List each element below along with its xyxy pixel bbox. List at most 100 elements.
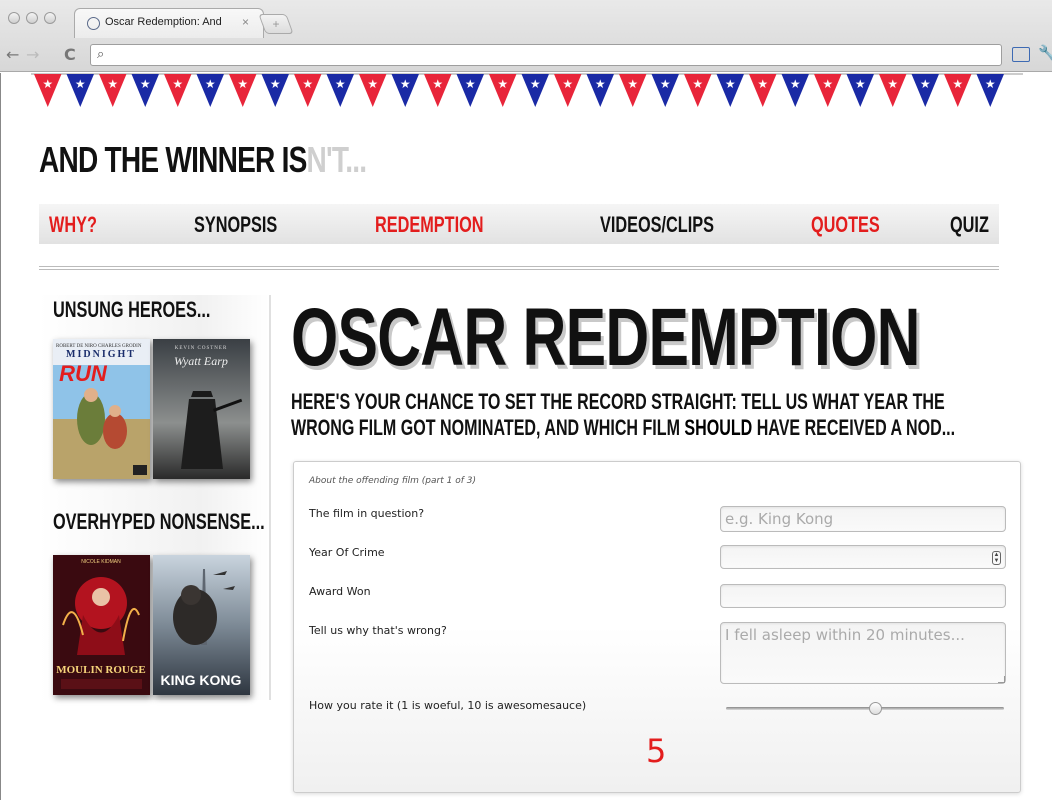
star-icon: ★ <box>887 77 898 91</box>
bunting-flag: ★ <box>521 74 549 107</box>
bunting-flag: ★ <box>359 74 387 107</box>
nav-why[interactable]: WHY? <box>49 212 97 238</box>
address-bar[interactable]: ⌕ <box>90 44 1002 66</box>
back-arrow-icon[interactable]: ← <box>6 45 19 64</box>
poster-credits: NICOLE KIDMAN <box>81 559 121 565</box>
why-label: Tell us why that's wrong? <box>309 624 447 637</box>
nav-videos-clips[interactable]: VIDEOS/CLIPS <box>600 212 714 238</box>
rating-value: 5 <box>646 732 667 770</box>
wrench-icon[interactable]: 🔧 <box>1038 44 1052 62</box>
resize-grip-icon[interactable] <box>998 676 1005 683</box>
page-menu-icon[interactable] <box>1012 47 1030 62</box>
subtitle-emphasis: SHOULD <box>684 415 753 440</box>
site-title-main: AND THE WINNER IS <box>39 139 307 180</box>
bunting-flag: ★ <box>554 74 582 107</box>
tab-title: Oscar Redemption: And the <box>105 16 225 28</box>
bunting-flag: ★ <box>846 74 874 107</box>
forward-arrow-icon[interactable]: → <box>26 45 39 64</box>
star-icon: ★ <box>920 77 931 91</box>
nav-quiz[interactable]: QUIZ <box>950 212 989 238</box>
star-icon: ★ <box>562 77 573 91</box>
stepper-icon[interactable]: ▲ ▼ <box>992 551 1001 565</box>
year-input[interactable]: ▲ ▼ <box>720 545 1006 569</box>
bunting-flag: ★ <box>391 74 419 107</box>
new-tab-button[interactable]: + <box>258 14 294 34</box>
poster-king-kong[interactable]: KING KONG <box>153 555 250 695</box>
poster-title: Wyatt Earp <box>174 354 228 368</box>
poster-title: MOULIN ROUGE <box>56 664 146 676</box>
star-icon: ★ <box>757 77 768 91</box>
browser-tab[interactable]: Oscar Redemption: And the × <box>74 8 264 38</box>
bunting-flag: ★ <box>944 74 972 107</box>
poster-moulin-rouge[interactable]: NICOLE KIDMAN MOULIN ROUGE <box>53 555 150 695</box>
reload-icon[interactable]: C <box>64 45 76 64</box>
bunting-flag: ★ <box>489 74 517 107</box>
poster-wyatt-earp[interactable]: KEVIN COSTNER Wyatt Earp <box>153 339 250 479</box>
form-caption: About the offending film (part 1 of 3) <box>309 476 476 486</box>
star-icon: ★ <box>790 77 801 91</box>
bunting-flag: ★ <box>814 74 842 107</box>
award-input[interactable] <box>720 584 1006 608</box>
bunting-flag: ★ <box>911 74 939 107</box>
star-icon: ★ <box>172 77 183 91</box>
star-icon: ★ <box>367 77 378 91</box>
star-icon: ★ <box>725 77 736 91</box>
bunting-flag: ★ <box>66 74 94 107</box>
zoom-window-button[interactable] <box>44 12 56 24</box>
star-icon: ★ <box>42 77 53 91</box>
star-icon: ★ <box>205 77 216 91</box>
main-nav: WHY? SYNOPSIS REDEMPTION VIDEOS/CLIPS QU… <box>39 204 999 244</box>
bunting-flag: ★ <box>424 74 452 107</box>
star-icon: ★ <box>400 77 411 91</box>
bunting-flag: ★ <box>586 74 614 107</box>
star-icon: ★ <box>335 77 346 91</box>
bunting-flag: ★ <box>131 74 159 107</box>
unsung-heroes-heading: UNSUNG HEROES... <box>53 297 211 322</box>
star-icon: ★ <box>465 77 476 91</box>
moulin-rouge-poster-image: NICOLE KIDMAN MOULIN ROUGE <box>53 555 150 695</box>
nav-synopsis[interactable]: SYNOPSIS <box>194 212 277 238</box>
star-icon: ★ <box>237 77 248 91</box>
nav-redemption[interactable]: REDEMPTION <box>375 212 484 238</box>
bunting-flag: ★ <box>781 74 809 107</box>
wyatt-earp-poster-image: KEVIN COSTNER Wyatt Earp <box>153 339 250 479</box>
address-input[interactable] <box>113 47 993 63</box>
page-title: OSCAR REDEMPTION <box>291 292 920 383</box>
bunting-banner: ★ ★ ★ ★ ★ ★ ★ ★ ★ ★ ★ ★ ★ ★ ★ ★ ★ ★ ★ ★ ★ ★ ★ ★ ★ ★ ★ ★ ★ ★ <box>31 73 1023 113</box>
poster-subtitle: RUN <box>59 361 108 386</box>
overhyped-nonsense-heading: OVERHYPED NONSENSE... <box>53 509 265 534</box>
bunting-flag: ★ <box>34 74 62 107</box>
star-icon: ★ <box>75 77 86 91</box>
poster-title: MIDNIGHT <box>66 349 136 360</box>
star-icon: ★ <box>140 77 151 91</box>
site-title[interactable]: AND THE WINNER ISN'T... <box>39 139 368 181</box>
bunting-flags: ★ ★ ★ ★ ★ ★ ★ ★ ★ ★ ★ ★ ★ ★ ★ ★ ★ ★ ★ ★ ★ ★ ★ ★ ★ ★ ★ ★ ★ ★ <box>31 73 1023 107</box>
bunting-flag: ★ <box>976 74 1004 107</box>
bunting-flag: ★ <box>294 74 322 107</box>
bunting-flag: ★ <box>749 74 777 107</box>
nav-quotes[interactable]: QUOTES <box>811 212 880 238</box>
divider <box>39 266 999 270</box>
star-icon: ★ <box>822 77 833 91</box>
rating-label: How you rate it (1 is woeful, 10 is awes… <box>309 699 587 712</box>
why-textarea[interactable] <box>720 622 1006 684</box>
star-icon: ★ <box>302 77 313 91</box>
star-icon: ★ <box>692 77 703 91</box>
bunting-flag: ★ <box>326 74 354 107</box>
close-window-button[interactable] <box>8 12 20 24</box>
rating-slider-track[interactable] <box>726 707 1004 710</box>
rating-slider-thumb[interactable] <box>869 702 883 715</box>
star-icon: ★ <box>497 77 508 91</box>
site-title-suffix: N'T... <box>306 139 368 180</box>
poster-midnight-run[interactable]: ROBERT DE NIRO CHARLES GRODIN MIDNIGHT R… <box>53 339 150 479</box>
bunting-flag: ★ <box>879 74 907 107</box>
bunting-flag: ★ <box>261 74 289 107</box>
bunting-flag: ★ <box>196 74 224 107</box>
tab-close-icon[interactable]: × <box>242 15 249 29</box>
bunting-flag: ★ <box>651 74 679 107</box>
film-input[interactable] <box>720 506 1006 532</box>
bunting-flag: ★ <box>229 74 257 107</box>
minimize-window-button[interactable] <box>26 12 38 24</box>
star-icon: ★ <box>270 77 281 91</box>
bunting-flag: ★ <box>456 74 484 107</box>
